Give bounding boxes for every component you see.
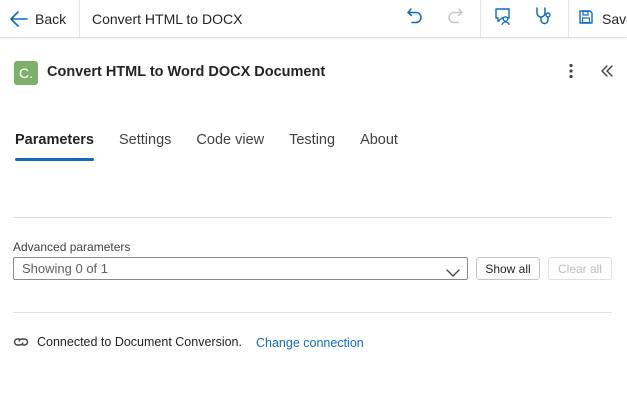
comments-button[interactable]: [489, 0, 517, 37]
arrow-left-icon: [10, 10, 28, 27]
tab-parameters[interactable]: Parameters: [15, 130, 94, 161]
advanced-parameters-dropdown[interactable]: Showing 0 of 1: [13, 257, 468, 280]
comment-person-icon: [493, 6, 513, 31]
show-all-button[interactable]: Show all: [476, 257, 540, 280]
save-label: Save: [602, 10, 627, 27]
tab-code-view[interactable]: Code view: [196, 130, 264, 161]
tab-about[interactable]: About: [360, 130, 398, 161]
tab-settings[interactable]: Settings: [119, 130, 171, 161]
back-label: Back: [35, 10, 67, 27]
top-toolbar: Back Convert HTML to DOCX Save: [0, 0, 627, 38]
save-icon: [578, 9, 594, 28]
flow-title: Convert HTML to DOCX: [92, 10, 243, 27]
connection-status-text: Connected to Document Conversion.: [37, 335, 242, 349]
double-chevron-left-icon: [600, 64, 614, 83]
redo-button[interactable]: [441, 0, 469, 37]
toolbar-divider: [79, 0, 80, 37]
connector-icon-letter: C.: [19, 65, 33, 81]
divider: [13, 217, 612, 218]
undo-button[interactable]: [401, 0, 429, 37]
panel-title: Convert HTML to Word DOCX Document: [47, 64, 326, 80]
stethoscope-icon: [533, 6, 553, 31]
toolbar-divider: [480, 0, 481, 37]
chevron-down-icon: [446, 263, 460, 284]
advanced-parameters-label: Advanced parameters: [13, 240, 131, 254]
save-button[interactable]: Save: [578, 0, 627, 37]
more-vertical-icon: [569, 63, 573, 84]
more-options-button[interactable]: [561, 63, 581, 83]
redo-icon: [446, 7, 464, 30]
back-button[interactable]: Back: [10, 0, 66, 37]
flow-checker-button[interactable]: [529, 0, 557, 37]
collapse-panel-button[interactable]: [597, 63, 617, 83]
change-connection-link[interactable]: Change connection: [256, 336, 364, 350]
undo-icon: [406, 7, 424, 30]
dropdown-value: Showing 0 of 1: [22, 261, 109, 276]
connection-link-icon: [13, 334, 29, 350]
connector-icon: C.: [14, 61, 38, 85]
tab-testing[interactable]: Testing: [289, 130, 335, 161]
tab-list: Parameters Settings Code view Testing Ab…: [15, 130, 398, 161]
toolbar-divider: [568, 0, 569, 37]
divider: [13, 312, 612, 313]
clear-all-button[interactable]: Clear all: [548, 257, 612, 280]
